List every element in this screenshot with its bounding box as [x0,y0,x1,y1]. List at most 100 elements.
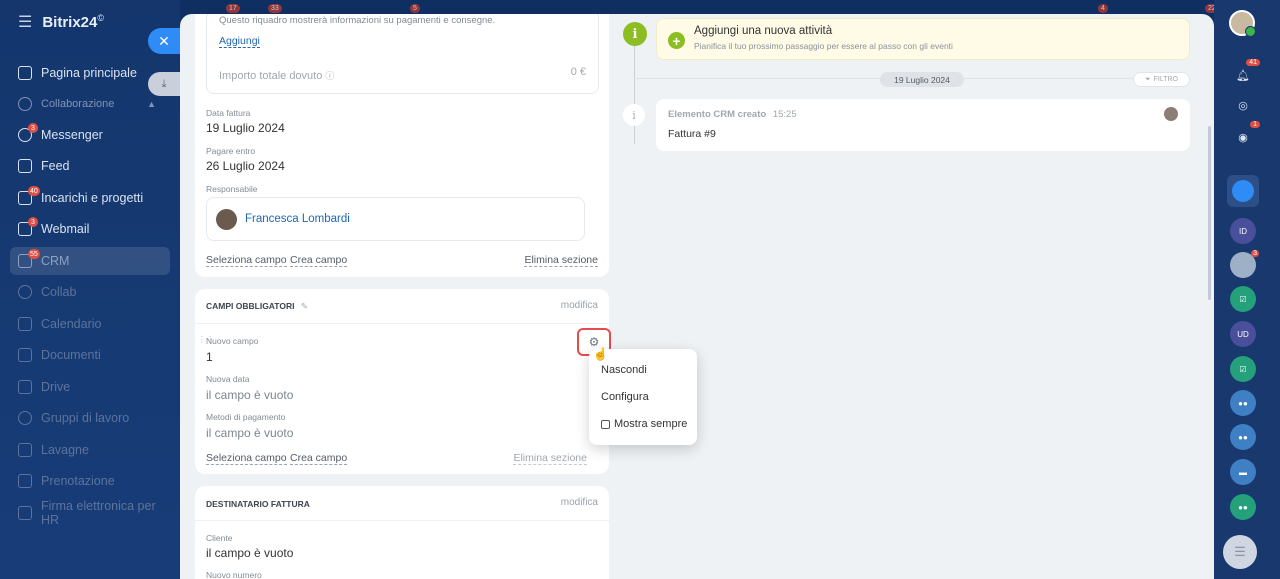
client-value[interactable]: il campo è vuoto [206,546,293,560]
copilot-button[interactable]: ◎ [1230,92,1256,118]
new-activity-subtitle: Pianifica il tuo prossimo passaggio per … [694,41,953,51]
sidebar-item-collab[interactable]: Collab [10,278,170,306]
scrollbar[interactable] [1208,126,1211,300]
sidebar-item-webmail[interactable]: 3 Webmail [10,215,170,243]
counter-badge: 5 [410,4,420,13]
menu-item-always-show[interactable]: Mostra sempre [601,418,687,430]
menu-button[interactable]: ☰ [1223,535,1257,569]
users-icon [18,411,32,425]
task-chat-button[interactable]: ☑ [1230,286,1256,312]
avatar-initials: ID [1239,226,1247,236]
hand-cursor-icon: ☝ [593,347,608,361]
user-avatar[interactable] [1229,10,1256,37]
right-toolbar: 🔔︎ 41 ◎ ◉ 1 ID 3 ☑ UD ☑ ●● ●● ▬ ●● ☰ [1214,0,1280,579]
notifications-button[interactable]: 🔔︎ 41 [1230,59,1260,88]
divider [195,520,609,521]
users-icon: ●● [1238,398,1248,408]
new-field-value[interactable]: 1 [206,350,213,364]
group-chat-button-4[interactable]: ●● [1230,494,1256,520]
sidebar-item-label: Calendario [41,317,102,331]
section-title-text: CAMPI OBBLIGATORI [206,301,295,311]
brand-logo[interactable]: Bitrix24© [42,13,104,31]
event-body-text[interactable]: Fattura #9 [668,128,716,140]
event-header: Elemento CRM creato 15:25 [668,109,797,120]
menu-item-label: Nascondi [601,364,647,376]
add-payment-link[interactable]: Aggiungi [219,35,260,48]
chat-icon: ◉ [1238,131,1248,144]
edit-section-link[interactable]: modifica [561,497,598,508]
sidebar-group-collaboration[interactable]: Collaborazione ▲ [10,90,170,118]
sidebar-item-feed[interactable]: Feed [10,152,170,180]
sidebar-item-label: Feed [41,159,70,173]
sidebar-item-documents[interactable]: Documenti [10,341,170,369]
field-context-menu: Nascondi Configura Mostra sempre [589,349,697,445]
new-date-value[interactable]: il campo è vuoto [206,388,293,402]
sidebar-item-crm[interactable]: 55 CRM [10,247,170,275]
sidebar-item-boards[interactable]: Lavagne [10,436,170,464]
counter-badge: 4 [1098,4,1108,13]
sidebar-item-messenger[interactable]: 3 Messenger [10,121,170,149]
menu-item-hide[interactable]: Nascondi [601,364,647,376]
invoice-date-value[interactable]: 19 Luglio 2024 [206,121,285,135]
sidebar-item-label: Collaborazione [41,98,115,110]
menu-item-configure[interactable]: Configura [601,391,649,403]
due-date-label: Pagare entro [206,146,256,156]
edit-section-link[interactable]: modifica [561,300,598,311]
avatar [216,209,237,230]
chat-button[interactable]: ◉ 1 [1230,121,1260,150]
required-fields-card: CAMPI OBBLIGATORI ✎ modifica ⋮⋮ Nuovo ca… [195,289,609,474]
sidebar-item-drive[interactable]: Drive [10,373,170,401]
select-field-link[interactable]: Seleziona campo [206,254,287,267]
calendar-icon [18,317,32,331]
checkbox-icon: ☑ [1239,294,1247,304]
responsible-name-link[interactable]: Francesca Lombardi [245,213,350,225]
invoice-slider: Questo riquadro mostrerà informazioni su… [180,14,1214,579]
group-chat-button[interactable]: ●● [1230,390,1256,416]
group-chat-button-3[interactable]: ▬ [1230,459,1256,485]
select-field-link[interactable]: Seleziona campo [206,452,287,465]
sidebar-item-workgroups[interactable]: Gruppi di lavoro [10,404,170,432]
create-field-link[interactable]: Crea campo [290,254,348,267]
section-title: DESTINATARIO FATTURA [206,499,310,509]
group-chat-button-2[interactable]: ●● [1230,424,1256,450]
board-icon [18,443,32,457]
new-activity-box[interactable]: + Aggiungi una nuova attività Pianifica … [656,18,1190,60]
minimize-slider-button[interactable]: ⤓ [148,72,180,96]
counter-badge: 40 [28,186,40,196]
info-icon: i [623,104,645,126]
contact-avatar-ud[interactable]: UD [1230,321,1256,347]
users-icon: ●● [1238,502,1248,512]
new-activity-title: Aggiungi una nuova attività [694,25,833,37]
plus-icon: + [668,32,685,49]
menu-icon[interactable]: ☰ [18,12,32,32]
payment-methods-value[interactable]: il campo è vuoto [206,426,293,440]
sidebar-item-label: Incarichi e progetti [41,191,144,205]
invoice-main-card: Questo riquadro mostrerà informazioni su… [195,14,609,277]
sidebar-item-calendar[interactable]: Calendario [10,310,170,338]
timeline-filter-button[interactable]: ⏷ FILTRO [1133,72,1190,87]
counter-badge: 17 [226,4,240,13]
sidebar-item-booking[interactable]: Prenotazione [10,467,170,495]
spiral-icon: ◎ [1238,99,1248,112]
sidebar-item-home[interactable]: Pagina principale [10,59,170,87]
chevron-up-icon: ▲ [147,99,156,109]
section-title: CAMPI OBBLIGATORI ✎ [206,301,308,312]
bookmark-button[interactable] [1227,175,1259,207]
sidebar-item-tasks[interactable]: 40 Incarichi e progetti [10,184,170,212]
delete-section-link[interactable]: Elimina sezione [513,452,587,465]
divider [195,323,609,324]
timeline-event-card: Elemento CRM creato 15:25 Fattura #9 [656,99,1190,151]
contact-avatar-user[interactable]: 3 [1230,250,1259,278]
due-date-value[interactable]: 26 Luglio 2024 [206,159,285,173]
close-slider-button[interactable]: ✕ [148,28,180,54]
create-field-link[interactable]: Crea campo [290,452,348,465]
payment-box: Questo riquadro mostrerà informazioni su… [206,14,599,94]
contact-avatar-id[interactable]: ID [1230,218,1256,244]
pencil-icon[interactable]: ✎ [301,301,308,311]
always-show-checkbox[interactable] [601,419,610,429]
counter-badge: 3 [28,123,38,133]
sidebar-item-hr-sign[interactable]: Firma elettronica per HR [10,499,170,527]
task-chat-button-2[interactable]: ☑ [1230,356,1256,382]
help-icon[interactable]: ⓘ [325,71,334,81]
delete-section-link[interactable]: Elimina sezione [524,254,598,267]
